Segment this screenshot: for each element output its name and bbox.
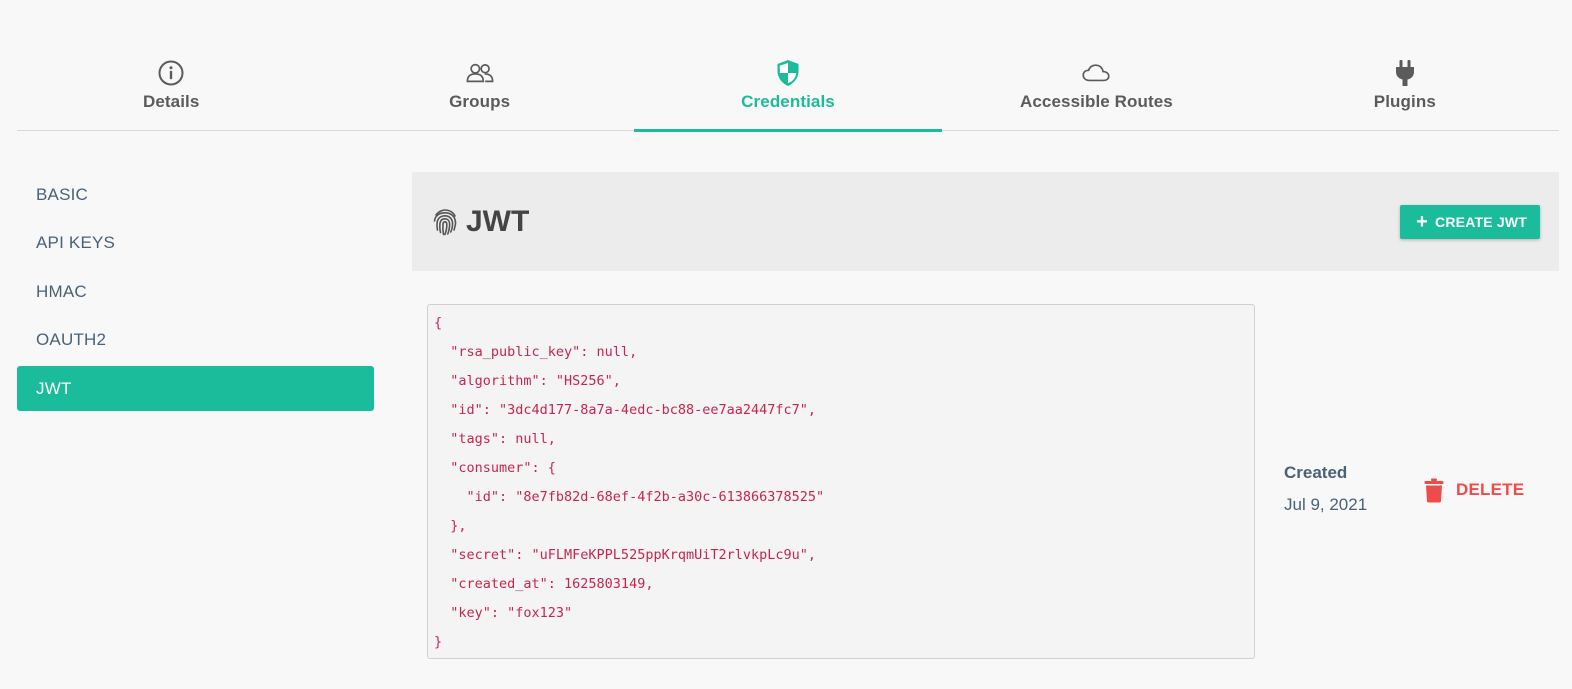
trash-icon [1424, 477, 1446, 503]
json-line: "secret": "uFLMFeKPPL525ppKrqmUiT2rlvkpL… [434, 547, 817, 563]
sidebar-item-jwt[interactable]: JWT [17, 366, 374, 411]
create-jwt-label: CREATE JWT [1435, 213, 1527, 230]
delete-label: DELETE [1456, 480, 1525, 499]
created-label: Created [1284, 463, 1348, 482]
tab-details[interactable]: Details [17, 0, 325, 130]
cloud-icon [1082, 59, 1111, 87]
tab-label: Plugins [1373, 92, 1436, 111]
fingerprint-icon [432, 208, 458, 236]
sidebar-item-oauth2[interactable]: OAUTH2 [17, 318, 374, 363]
json-line: "created_at": 1625803149, [434, 576, 654, 592]
json-line: "id": "8e7fb82d-68ef-4f2b-a30c-613866378… [434, 489, 825, 505]
json-line: "id": "3dc4d177-8a7a-4edc-bc88-ee7aa2447… [434, 402, 817, 418]
users-icon [466, 59, 494, 87]
credential-type-nav: BASIC API KEYS HMAC OAUTH2 JWT [17, 172, 374, 415]
tab-credentials[interactable]: Credentials [633, 0, 943, 132]
credential-type-title: JWT [466, 204, 530, 238]
shield-icon [774, 59, 802, 87]
tab-label: Accessible Routes [1019, 92, 1173, 111]
tab-label: Groups [449, 92, 511, 111]
tab-label: Credentials [741, 92, 835, 111]
tab-accessible-routes[interactable]: Accessible Routes [942, 0, 1250, 130]
json-line: } [434, 634, 443, 650]
json-line: "rsa_public_key": null, [434, 344, 638, 360]
delete-button[interactable]: DELETE [1424, 477, 1524, 503]
tab-groups[interactable]: Groups [325, 0, 633, 130]
sidebar-item-basic[interactable]: BASIC [17, 172, 374, 217]
json-line: "consumer": { [434, 460, 556, 476]
plus-icon: + [1416, 210, 1429, 233]
credential-json: { "rsa_public_key": null, "algorithm": "… [427, 304, 1255, 659]
json-line: }, [434, 518, 467, 534]
sidebar-item-api-keys[interactable]: API KEYS [17, 221, 374, 266]
json-line: "tags": null, [434, 431, 556, 447]
tab-label: Details [142, 92, 200, 111]
json-line: "key": "fox123" [434, 605, 573, 621]
plug-icon [1391, 59, 1419, 87]
sidebar-item-hmac[interactable]: HMAC [17, 269, 374, 314]
created-date: Jul 9, 2021 [1284, 495, 1368, 514]
page-title: JWT [432, 205, 529, 239]
info-icon [157, 59, 185, 87]
json-line: "algorithm": "HS256", [434, 373, 621, 389]
credential-header: JWT + CREATE JWT [412, 172, 1559, 271]
tab-bar: Details Groups Credentials Accessible Ro… [17, 0, 1559, 132]
create-jwt-button[interactable]: + CREATE JWT [1400, 204, 1540, 239]
tab-plugins[interactable]: Plugins [1251, 0, 1559, 130]
json-line: { [434, 315, 443, 331]
